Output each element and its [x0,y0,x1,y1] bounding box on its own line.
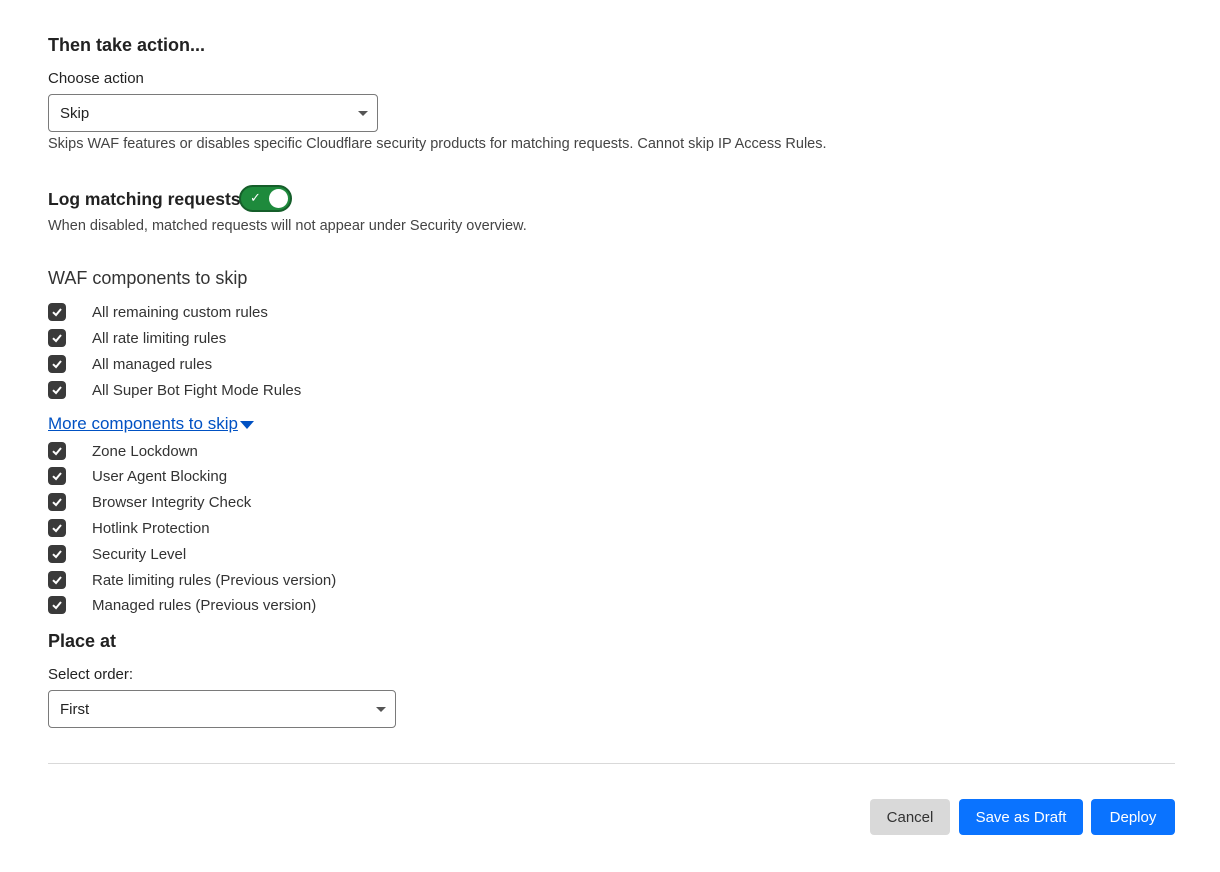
more-components-link[interactable]: More components to skip [48,414,238,433]
action-help-text: Skips WAF features or disables specific … [48,136,827,152]
checkbox-label: Browser Integrity Check [92,493,252,511]
checkbox[interactable] [48,493,66,511]
checkbox-label: User Agent Blocking [92,467,228,485]
checkbox[interactable] [48,381,66,399]
checkmark-icon [52,308,62,317]
checkmark-icon [52,576,62,585]
checkmark-icon [52,524,62,533]
log-requests-label: Log matching requests [48,189,241,209]
checkbox-label: Zone Lockdown [92,442,198,460]
checkbox-label: All remaining custom rules [92,303,268,321]
checkbox-label: All managed rules [92,355,213,373]
log-requests-toggle[interactable]: ✓ [239,185,292,212]
save-as-draft-button[interactable]: Save as Draft [959,799,1083,835]
checkbox[interactable] [48,303,66,321]
caret-down-icon [239,420,254,429]
action-heading: Then take action... [48,35,206,55]
cancel-button[interactable]: Cancel [870,799,950,835]
checkmark-icon [52,447,62,456]
chevron-down-icon [358,111,368,116]
deploy-button[interactable]: Deploy [1091,799,1175,835]
more-checkbox-row[interactable]: Security Level [48,544,186,564]
checkbox[interactable] [48,329,66,347]
checkbox[interactable] [48,545,66,563]
checkbox[interactable] [48,596,66,614]
checkmark-icon [52,334,62,343]
select-order-label: Select order: [48,666,134,683]
more-checkbox-row[interactable]: Managed rules (Previous version) [48,595,316,615]
checkbox-label: Security Level [92,545,187,563]
checkbox[interactable] [48,467,66,485]
checkbox[interactable] [48,442,66,460]
divider [48,763,1175,764]
checkmark-icon [52,472,62,481]
order-select[interactable]: First [48,690,396,728]
checkmark-icon [52,498,62,507]
place-at-heading: Place at [48,631,117,651]
choose-action-value: Skip [60,104,90,122]
choose-action-select[interactable]: Skip [48,94,378,132]
more-checkbox-row[interactable]: Rate limiting rules (Previous version) [48,570,336,590]
log-help-text: When disabled, matched requests will not… [48,218,527,234]
checkmark-icon [52,386,62,395]
choose-action-label: Choose action [48,70,144,87]
more-checkbox-row[interactable]: Hotlink Protection [48,518,210,538]
more-checkbox-row[interactable]: Browser Integrity Check [48,492,251,512]
check-icon: ✓ [250,190,261,205]
checkbox-label: Hotlink Protection [92,519,210,537]
waf-checkbox-row[interactable]: All remaining custom rules [48,302,268,322]
waf-components-title: WAF components to skip [48,268,248,288]
more-checkbox-row[interactable]: User Agent Blocking [48,466,227,486]
checkbox-label: All rate limiting rules [92,329,227,347]
toggle-knob [269,189,288,208]
checkmark-icon [52,601,62,610]
chevron-down-icon [376,707,386,712]
checkbox[interactable] [48,355,66,373]
checkbox[interactable] [48,519,66,537]
checkbox-label: All Super Bot Fight Mode Rules [92,381,302,399]
checkbox-label: Managed rules (Previous version) [92,596,317,614]
waf-checkbox-row[interactable]: All Super Bot Fight Mode Rules [48,380,301,400]
more-checkbox-row[interactable]: Zone Lockdown [48,441,198,461]
waf-checkbox-row[interactable]: All rate limiting rules [48,328,226,348]
checkmark-icon [52,550,62,559]
checkbox[interactable] [48,571,66,589]
more-components-toggle[interactable]: More components to skip [48,414,254,434]
waf-checkbox-row[interactable]: All managed rules [48,354,212,374]
order-value: First [60,700,90,718]
checkmark-icon [52,360,62,369]
checkbox-label: Rate limiting rules (Previous version) [92,571,337,589]
